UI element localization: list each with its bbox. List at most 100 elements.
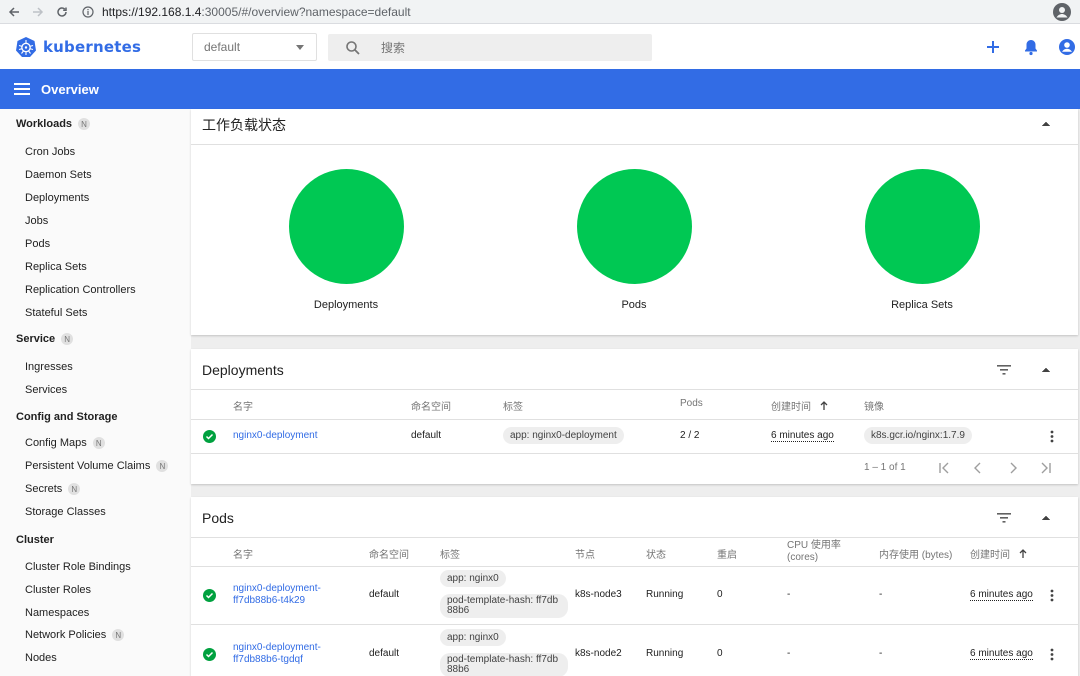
section-label: Workloads xyxy=(16,118,73,130)
nav-item-ingresses[interactable]: Ingresses xyxy=(25,361,73,373)
sidebar: Workloads N Cron Jobs Daemon Sets Deploym… xyxy=(0,109,191,676)
nav-item-persistent-volume-claims[interactable]: Persistent Volume Claims N xyxy=(25,460,169,472)
card-title: 工作负载状态 xyxy=(202,117,286,133)
nav-item-replica-sets[interactable]: Replica Sets xyxy=(25,261,87,273)
next-page-icon[interactable] xyxy=(1006,461,1020,475)
column-header-namespace: 命名空间 xyxy=(411,402,451,413)
pagination-range: 1 – 1 of 1 xyxy=(864,462,906,473)
status-cell: Running xyxy=(646,589,684,600)
search-input[interactable]: 搜索 xyxy=(328,34,652,61)
header-label: 创建时间 xyxy=(970,550,1010,561)
created-value: 6 minutes ago xyxy=(970,589,1033,601)
column-header-labels: 标签 xyxy=(440,550,460,561)
section-label: Service xyxy=(16,333,56,345)
nav-item-jobs[interactable]: Jobs xyxy=(25,215,48,227)
nav-item-stateful-sets[interactable]: Stateful Sets xyxy=(25,307,87,319)
column-header-namespace: 命名空间 xyxy=(369,550,409,561)
nav-item-cluster-roles[interactable]: Cluster Roles xyxy=(25,584,91,596)
search-icon xyxy=(346,40,360,55)
cpu-cell: - xyxy=(787,589,791,600)
nav-item-label: Network Policies xyxy=(25,629,107,641)
address-bar[interactable]: https://192.168.1.4:30005/#/overview?nam… xyxy=(76,2,1044,22)
column-header-labels: 标签 xyxy=(503,402,523,413)
column-header-created[interactable]: 创建时间 xyxy=(970,546,1027,561)
last-page-icon[interactable] xyxy=(1039,461,1053,475)
add-icon[interactable] xyxy=(984,38,1002,56)
nav-item-cluster-role-bindings[interactable]: Cluster Role Bindings xyxy=(25,561,131,573)
menu-icon[interactable] xyxy=(14,82,30,96)
created-cell: 6 minutes ago xyxy=(970,648,1033,660)
nav-item-pods[interactable]: Pods xyxy=(25,238,50,250)
column-header-images: 镜像 xyxy=(864,402,884,413)
header-label: CPU 使用率 xyxy=(787,540,841,551)
chevron-down-icon xyxy=(296,45,304,50)
replica-sets-status-chart xyxy=(865,169,980,284)
nav-item-daemon-sets[interactable]: Daemon Sets xyxy=(25,169,92,181)
toolbar: Overview xyxy=(0,69,1080,109)
filter-icon[interactable] xyxy=(997,365,1011,375)
node-cell: k8s-node2 xyxy=(575,648,622,659)
back-icon[interactable] xyxy=(2,0,26,24)
column-header-created[interactable]: 创建时间 xyxy=(771,398,828,413)
deployments-status-chart xyxy=(289,169,404,284)
label-chip: pod-template-hash: ff7db 88b6 xyxy=(440,594,568,618)
nav-item-cron-jobs[interactable]: Cron Jobs xyxy=(25,146,75,158)
nav-item-deployments[interactable]: Deployments xyxy=(25,192,89,204)
nav-section-service[interactable]: Service N xyxy=(16,333,74,345)
nav-section-cluster[interactable]: Cluster xyxy=(16,534,54,546)
more-vert-icon[interactable] xyxy=(1050,430,1054,443)
notifications-icon[interactable] xyxy=(1022,38,1040,56)
memory-cell: - xyxy=(879,589,883,600)
chevron-up-icon[interactable] xyxy=(1041,121,1051,127)
nav-item-nodes[interactable]: Nodes xyxy=(25,652,57,664)
new-badge: N xyxy=(61,333,74,345)
nav-item-label: Persistent Volume Claims xyxy=(25,460,151,472)
kubernetes-logo[interactable]: kubernetes xyxy=(15,36,141,58)
section-label: Cluster xyxy=(16,534,54,546)
memory-cell: - xyxy=(879,648,883,659)
new-badge: N xyxy=(68,483,81,495)
search-placeholder: 搜索 xyxy=(381,41,406,55)
filter-icon[interactable] xyxy=(997,513,1011,523)
pod-name-link[interactable]: nginx0-deployment- ff7db88b6-tgdqf xyxy=(233,642,321,666)
nav-item-secrets[interactable]: Secrets N xyxy=(25,483,81,495)
namespace-select[interactable]: default xyxy=(192,33,317,61)
new-badge: N xyxy=(156,460,169,472)
nav-item-namespaces[interactable]: Namespaces xyxy=(25,607,89,619)
forward-icon[interactable] xyxy=(26,0,50,24)
nav-item-config-maps[interactable]: Config Maps N xyxy=(25,437,105,449)
reload-icon[interactable] xyxy=(50,0,74,24)
namespace-value: default xyxy=(204,40,241,54)
sort-arrow-up-icon xyxy=(1019,549,1027,558)
chevron-up-icon[interactable] xyxy=(1041,367,1051,373)
more-vert-icon[interactable] xyxy=(1050,648,1054,661)
column-header-name[interactable]: 名字 xyxy=(233,546,253,561)
nav-item-storage-classes[interactable]: Storage Classes xyxy=(25,506,106,518)
nav-item-replication-controllers[interactable]: Replication Controllers xyxy=(25,284,136,296)
prev-page-icon[interactable] xyxy=(971,461,985,475)
nav-item-services[interactable]: Services xyxy=(25,384,67,396)
node-cell: k8s-node3 xyxy=(575,589,622,600)
nav-section-config-storage[interactable]: Config and Storage xyxy=(16,411,117,423)
deployment-name-link[interactable]: nginx0-deployment xyxy=(233,430,318,441)
browser-profile-icon[interactable] xyxy=(1052,2,1072,22)
site-info-icon[interactable] xyxy=(80,4,96,20)
nav-section-workloads[interactable]: Workloads N xyxy=(16,118,91,130)
nav-item-label: Secrets xyxy=(25,483,63,495)
account-icon[interactable] xyxy=(1058,38,1076,56)
workload-status-card: 工作负载状态 Deployments Pods Replica Sets xyxy=(191,109,1078,335)
namespace-cell: default xyxy=(369,589,400,600)
divider xyxy=(191,566,1078,567)
column-header-name[interactable]: 名字 xyxy=(233,398,253,413)
chevron-up-icon[interactable] xyxy=(1041,515,1051,521)
restarts-cell: 0 xyxy=(717,648,723,659)
header-label: 创建时间 xyxy=(771,402,811,413)
divider xyxy=(191,144,1078,145)
nav-item-network-policies[interactable]: Network Policies N xyxy=(25,629,125,641)
more-vert-icon[interactable] xyxy=(1050,589,1054,602)
divider xyxy=(191,537,1078,538)
pod-name-link[interactable]: nginx0-deployment- ff7db88b6-t4k29 xyxy=(233,583,321,607)
first-page-icon[interactable] xyxy=(937,461,951,475)
column-header-status: 状态 xyxy=(646,550,666,561)
app-header: kubernetes default 搜索 xyxy=(0,24,1080,69)
